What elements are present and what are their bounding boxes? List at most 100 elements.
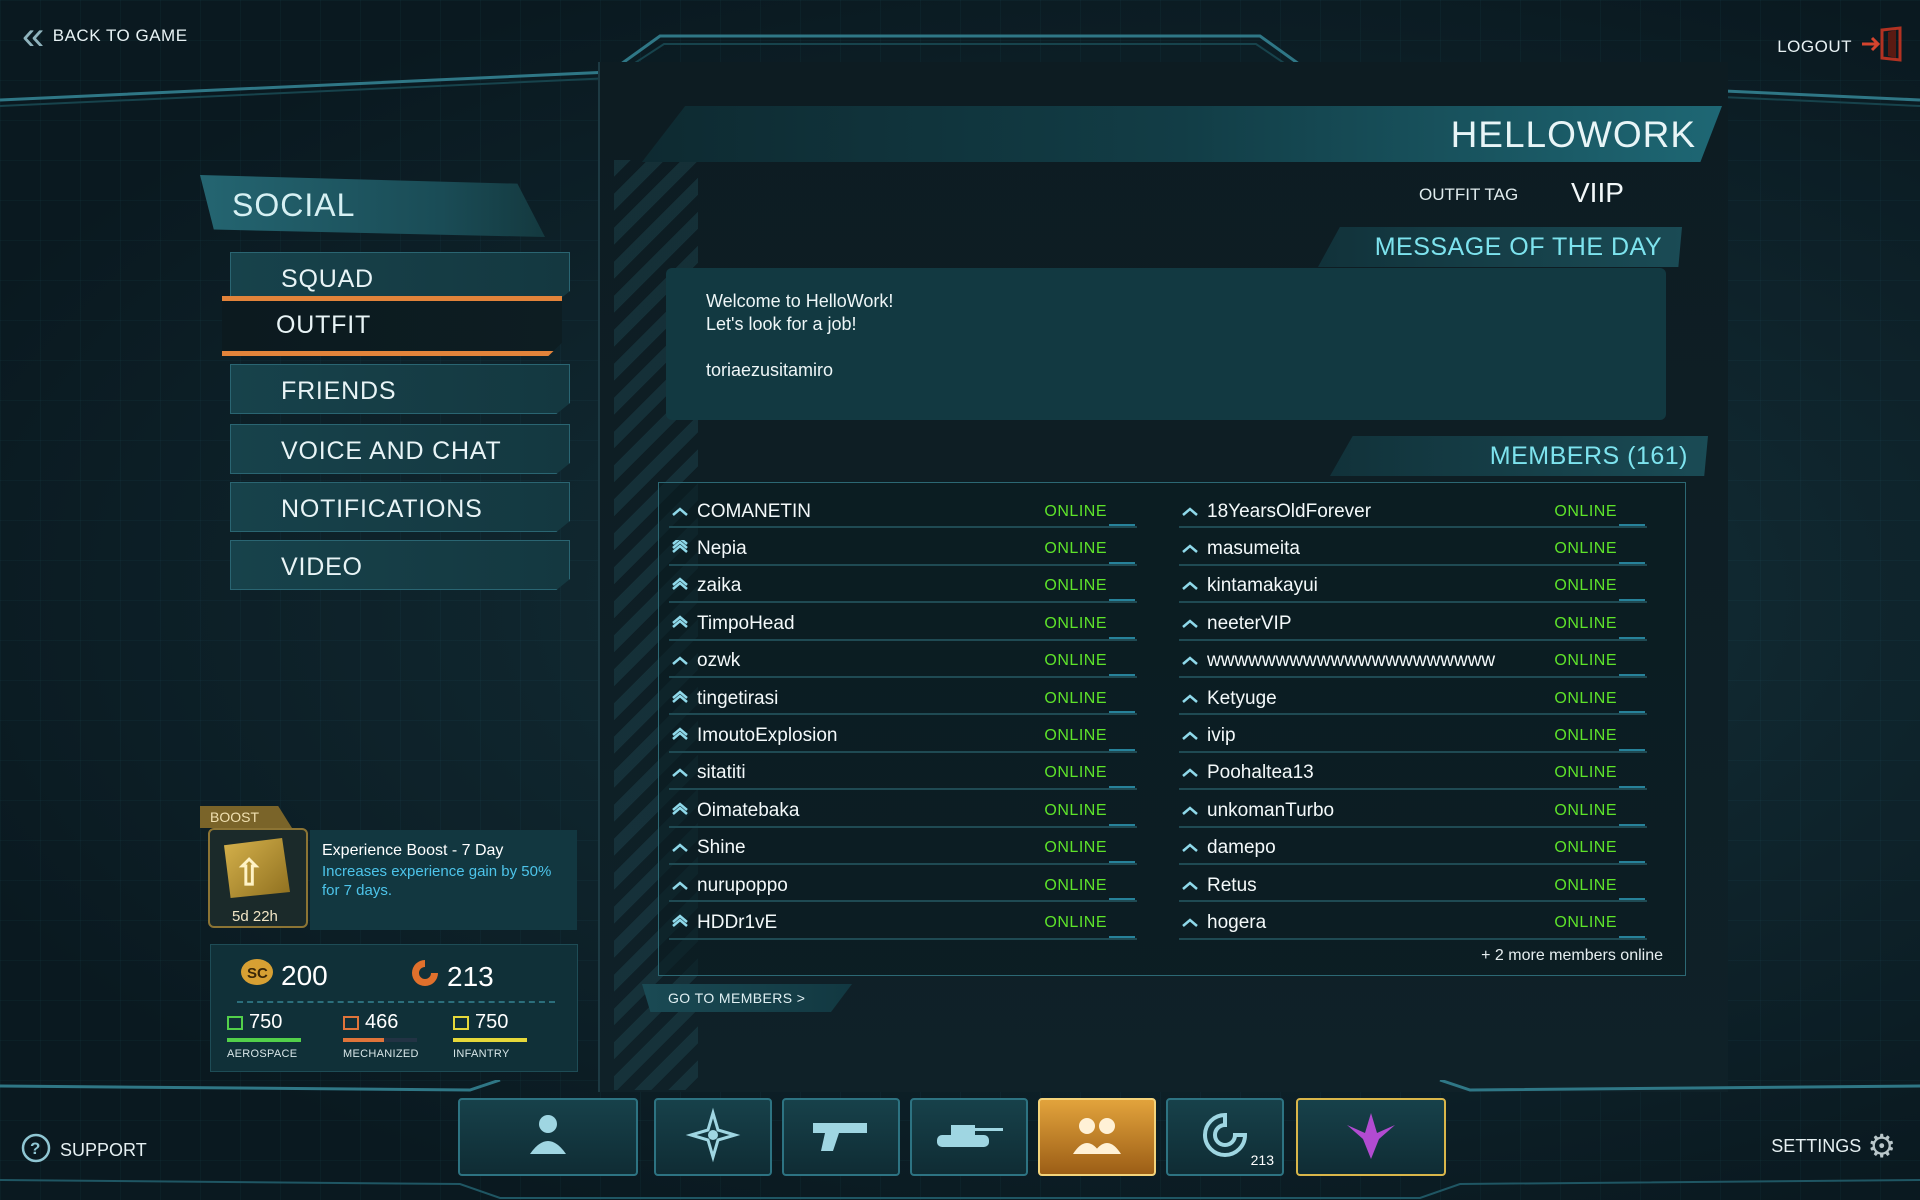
menu-item-squad[interactable]: SQUAD [230,252,570,302]
nav-button-faction-emblem[interactable] [1296,1098,1446,1176]
member-row[interactable]: tingetirasi ONLINE [661,680,1147,717]
motd-header-label: MESSAGE OF THE DAY [1374,233,1662,261]
settings-button[interactable]: SETTINGS ⚙ [1771,1130,1896,1162]
member-row[interactable]: ozwk ONLINE [661,643,1147,680]
menu-item-label: VIDEO [281,553,363,581]
member-name: Nepia [697,538,747,560]
certs-icon [409,957,441,996]
nav-button-vehicle-tank[interactable] [910,1098,1028,1176]
member-row[interactable]: nurupoppo ONLINE [661,867,1147,904]
outfit-tag-label: OUTFIT TAG [1419,185,1519,204]
member-row[interactable]: COMANETIN ONLINE [661,493,1147,530]
members-header: MEMBERS (161) [1330,436,1708,476]
member-status: ONLINE [1044,764,1107,782]
rank-chevron-icon [1181,540,1203,558]
logout-button[interactable]: LOGOUT [1777,26,1906,67]
menu-item-voice-and-chat[interactable]: VOICE AND CHAT [230,424,570,474]
resource-bar-fill [453,1038,527,1042]
member-status: ONLINE [1044,801,1107,819]
rank-chevron-icon [671,503,693,521]
rank-chevron-icon [671,839,693,857]
boost-description-box: Experience Boost - 7 Day Increases exper… [310,830,577,930]
certs-value: 213 [447,960,494,992]
back-to-game-button[interactable]: « BACK TO GAME [22,16,188,56]
logout-door-icon [1860,26,1906,67]
member-row[interactable]: neeterVIP ONLINE [1171,605,1657,642]
rank-chevron-icon [1181,914,1203,932]
member-row[interactable]: hogera ONLINE [1171,904,1657,941]
motd-line [706,336,1626,359]
nav-button-weapon-pistol[interactable] [782,1098,900,1176]
nav-button-social-group[interactable] [1038,1098,1156,1176]
member-row[interactable]: ImoutoExplosion ONLINE [661,717,1147,754]
member-row[interactable]: Ketyuge ONLINE [1171,680,1657,717]
outfit-name: HELLOWORK [1450,114,1696,155]
help-icon: ? [20,1132,52,1169]
member-name: masumeita [1207,538,1300,560]
experience-boost-item[interactable]: ⇧ 5d 22h [208,828,308,928]
member-status: ONLINE [1554,801,1617,819]
nav-button-certs[interactable]: 213 [1166,1098,1284,1176]
resource-mechanized: 466 MECHANIZED [343,1011,423,1060]
member-status: ONLINE [1554,913,1617,931]
mechanized-resource-icon [343,1015,359,1030]
member-row[interactable]: damepo ONLINE [1171,830,1657,867]
nav-button-map-compass[interactable] [654,1098,772,1176]
member-row[interactable]: Shine ONLINE [661,830,1147,867]
member-status: ONLINE [1044,689,1107,707]
member-row[interactable]: unkomanTurbo ONLINE [1171,792,1657,829]
member-row[interactable]: kintamakayui ONLINE [1171,568,1657,605]
faction-emblem-icon [1343,1107,1399,1168]
member-status: ONLINE [1554,502,1617,520]
resource-bar [227,1038,301,1042]
resource-bar [343,1038,417,1042]
motd-line: Let's look for a job! [706,314,857,334]
rank-chevron-icon [1181,727,1203,745]
member-status: ONLINE [1554,577,1617,595]
member-row[interactable]: TimpoHead ONLINE [661,605,1147,642]
map-compass-icon [685,1107,741,1168]
member-row[interactable]: ivip ONLINE [1171,717,1657,754]
message-of-the-day: Welcome to HelloWork! Let's look for a j… [666,268,1666,420]
rank-chevron-icon [671,764,693,782]
member-name: sitatiti [697,762,746,784]
member-row[interactable]: Nepia ONLINE [661,530,1147,567]
member-status: ONLINE [1554,614,1617,632]
member-row[interactable]: sitatiti ONLINE [661,755,1147,792]
resource-label: AEROSPACE [227,1048,298,1060]
resource-bar [453,1038,527,1042]
certs: 213 [409,957,494,996]
member-row[interactable]: 18YearsOldForever ONLINE [1171,493,1657,530]
member-name: COMANETIN [697,500,811,522]
member-row[interactable]: masumeita ONLINE [1171,530,1657,567]
support-button[interactable]: ? SUPPORT [20,1132,147,1169]
member-row[interactable]: HDDr1vE ONLINE [661,904,1147,941]
member-name: nurupoppo [697,874,788,896]
member-status: ONLINE [1554,652,1617,670]
social-group-icon [1065,1110,1129,1165]
member-status: ONLINE [1044,577,1107,595]
member-row[interactable]: Retus ONLINE [1171,867,1657,904]
menu-item-video[interactable]: VIDEO [230,540,570,590]
go-to-members-button[interactable]: GO TO MEMBERS > [642,984,852,1012]
boost-time-left: 5d 22h [232,908,278,925]
station-cash: SC 200 [239,957,328,994]
menu-item-outfit[interactable]: OUTFIT [222,296,562,356]
aerospace-resource-icon [227,1015,243,1030]
outfit-title-bar: HELLOWORK [642,106,1722,162]
nav-button-character[interactable] [458,1098,638,1176]
member-name: wwwwwwwwwwwwwwwwwwwww [1207,650,1496,672]
certs-icon [1201,1111,1249,1164]
member-row[interactable]: wwwwwwwwwwwwwwwwwwwww ONLINE [1171,643,1657,680]
menu-item-notifications[interactable]: NOTIFICATIONS [230,482,570,532]
menu-item-friends[interactable]: FRIENDS [230,364,570,414]
member-row[interactable]: Oimatebaka ONLINE [661,792,1147,829]
members-column-left: COMANETIN ONLINE Nepia ONLINE zaika ONLINE Tim… [661,493,1147,942]
currency-divider [237,1001,555,1003]
member-row[interactable]: Poohaltea13 ONLINE [1171,755,1657,792]
vehicle-tank-icon [929,1117,1009,1158]
resource-bar-fill [343,1038,384,1042]
member-row[interactable]: zaika ONLINE [661,568,1147,605]
back-to-game-label: BACK TO GAME [52,26,188,45]
member-status: ONLINE [1554,540,1617,558]
